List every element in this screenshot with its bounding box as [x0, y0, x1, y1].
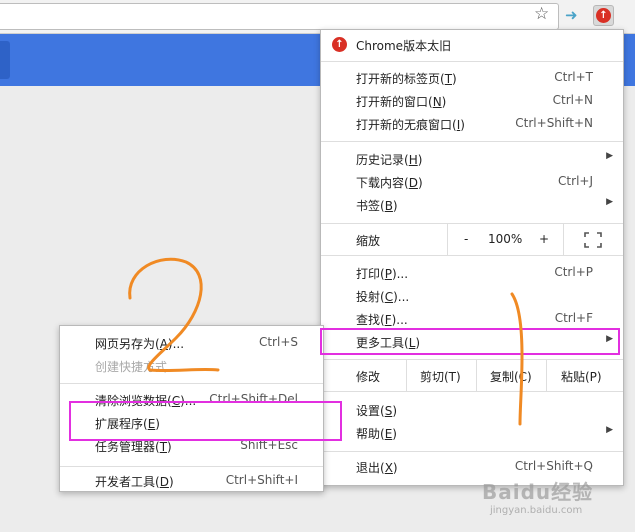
main-menu-label: 打开新的窗口(N)	[356, 95, 447, 109]
main-menu-label: 查找(F)...	[356, 313, 408, 327]
main-menu-shortcut: Ctrl+Shift+N	[515, 116, 593, 130]
main-menu-item[interactable]: 投射(C)...	[321, 284, 623, 307]
submenu-arrow-icon: ▶	[606, 197, 613, 207]
main-menu-item[interactable]: 历史记录(H) ▶	[321, 147, 623, 170]
main-menu-item[interactable]: 设置(S)	[321, 398, 623, 421]
exit-shortcut: Ctrl+Shift+Q	[514, 459, 593, 473]
menu-divider	[321, 451, 623, 452]
address-bar[interactable]	[0, 3, 559, 30]
submenu-arrow-icon: ▶	[606, 425, 613, 435]
paste-button[interactable]: 粘贴(P)	[546, 360, 624, 391]
main-menu-label: 打印(P)...	[356, 267, 409, 281]
more-tools-submenu-item[interactable]: 网页另存为(A)... Ctrl+S	[60, 331, 323, 354]
main-menu-label: 打开新的无痕窗口(I)	[356, 118, 465, 132]
fullscreen-icon	[584, 232, 602, 248]
zoom-label: 缩放	[356, 234, 381, 248]
edit-label: 修改	[356, 370, 381, 384]
main-menu-shortcut: Ctrl+N	[552, 93, 593, 107]
star-icon[interactable]: ☆	[534, 4, 549, 24]
main-menu-item[interactable]: 打印(P)... Ctrl+P	[321, 261, 623, 284]
zoom-level: 100%	[488, 232, 523, 246]
main-menu-item[interactable]: 帮助(E) ▶	[321, 421, 623, 444]
main-menu-item[interactable]: 打开新的窗口(N) Ctrl+N	[321, 89, 623, 112]
watermark-brand: Baidu经验	[482, 480, 594, 504]
main-menu-label: 打开新的标签页(T)	[356, 72, 457, 86]
main-menu-shortcut: Ctrl+F	[554, 311, 593, 325]
main-menu-label: 帮助(E)	[356, 427, 397, 441]
menu-divider	[321, 141, 623, 142]
highlight-extensions	[69, 401, 342, 441]
main-menu-item[interactable]: 打开新的无痕窗口(I) Ctrl+Shift+N	[321, 112, 623, 135]
submenu-item-label: 开发者工具(D)	[95, 475, 174, 489]
zoom-in-button[interactable]: +	[531, 224, 563, 255]
main-menu-shortcut: Ctrl+T	[554, 70, 593, 84]
extension-icon[interactable]: ➜	[565, 6, 583, 24]
cut-button[interactable]: 剪切(T)	[406, 360, 477, 391]
chrome-main-menu: ↑ Chrome版本太旧 打开新的标签页(T) Ctrl+T 打开新的窗口(N) Ct…	[320, 29, 624, 486]
zoom-row: 缩放 - 100% +	[321, 223, 623, 256]
main-menu-item[interactable]: 查找(F)... Ctrl+F	[321, 307, 623, 330]
highlight-more-tools	[320, 328, 620, 355]
exit-item[interactable]: 退出(X) Ctrl+Shift+Q	[321, 455, 623, 478]
main-menu-label: 投射(C)...	[356, 290, 410, 304]
edit-row: 修改 剪切(T) 复制(C) 粘贴(P)	[321, 359, 623, 392]
main-menu-label: 下载内容(D)	[356, 176, 423, 190]
main-menu-label: 设置(S)	[356, 404, 397, 418]
chrome-menu-button[interactable]: ↑	[593, 5, 614, 26]
main-menu-label: 书签(B)	[356, 199, 398, 213]
main-menu-item[interactable]: 下载内容(D) Ctrl+J	[321, 170, 623, 193]
more-tools-submenu-item[interactable]: 开发者工具(D) Ctrl+Shift+I	[60, 469, 323, 492]
watermark: Baidu经验 jingyan.baidu.com	[482, 476, 632, 528]
page-banner-button[interactable]	[0, 41, 10, 79]
more-tools-submenu-item: 创建快捷方式...	[60, 354, 323, 377]
main-menu-shortcut: Ctrl+P	[554, 265, 593, 279]
update-arrow-icon: ↑	[332, 37, 347, 52]
exit-label: 退出(X)	[356, 461, 398, 475]
submenu-item-shortcut: Ctrl+S	[258, 335, 298, 349]
main-menu-item[interactable]: 打开新的标签页(T) Ctrl+T	[321, 66, 623, 89]
update-chrome-label: Chrome版本太旧	[356, 39, 452, 53]
main-menu-label: 历史记录(H)	[356, 153, 423, 167]
main-menu-item[interactable]: 书签(B) ▶	[321, 193, 623, 216]
submenu-arrow-icon: ▶	[606, 151, 613, 161]
submenu-item-label: 创建快捷方式...	[95, 360, 179, 374]
update-chrome-item[interactable]: ↑ Chrome版本太旧	[321, 33, 623, 56]
fullscreen-button[interactable]	[563, 224, 624, 255]
main-menu-shortcut: Ctrl+J	[558, 174, 593, 188]
submenu-item-shortcut: Ctrl+Shift+I	[225, 473, 298, 487]
menu-divider	[60, 383, 323, 384]
menu-divider	[60, 466, 323, 467]
menu-divider	[321, 61, 623, 62]
zoom-out-button[interactable]: -	[447, 224, 486, 255]
copy-button[interactable]: 复制(C)	[476, 360, 547, 391]
watermark-url: jingyan.baidu.com	[490, 505, 583, 516]
update-arrow-icon: ↑	[596, 8, 611, 23]
submenu-item-label: 网页另存为(A)...	[95, 337, 185, 351]
